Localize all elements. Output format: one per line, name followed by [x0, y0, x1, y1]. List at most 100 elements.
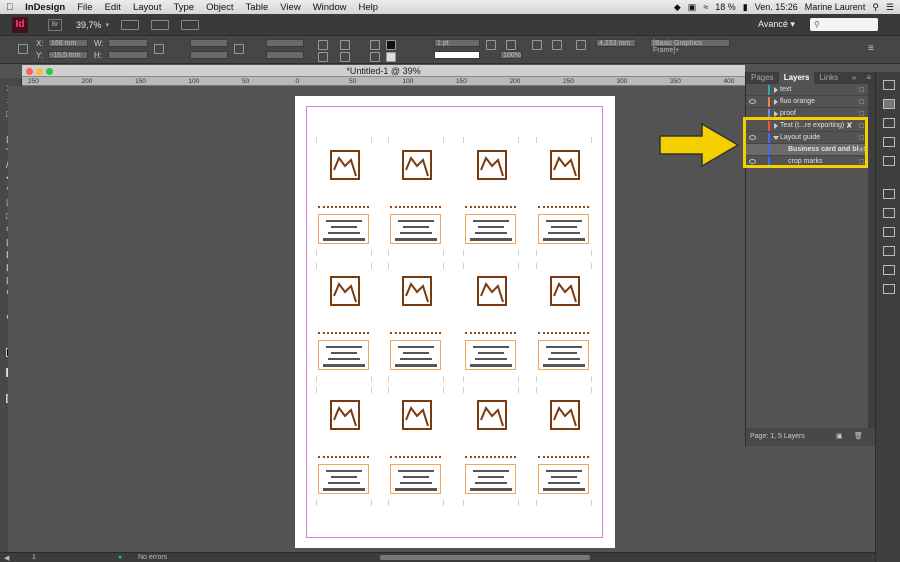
paragraph-styles-icon[interactable]: [883, 284, 895, 294]
card-text-line: [470, 238, 512, 241]
menu-object[interactable]: Object: [200, 2, 239, 13]
screen-mode-button[interactable]: [151, 19, 170, 30]
w-field[interactable]: [108, 39, 148, 47]
card-text-line: [548, 358, 580, 360]
scale-x-field[interactable]: [190, 39, 228, 47]
preflight-status[interactable]: No errors: [138, 554, 167, 561]
x-field[interactable]: 166 mm: [48, 39, 88, 47]
constrain-scale-icon[interactable]: [234, 44, 244, 54]
menu-file[interactable]: File: [71, 2, 98, 13]
crop-mark: [591, 250, 592, 256]
shear-field[interactable]: [266, 51, 304, 59]
menu-view[interactable]: View: [274, 2, 306, 13]
menu-edit[interactable]: Edit: [99, 2, 127, 13]
horizontal-ruler[interactable]: 250 200 150 100 50 0 50 100 150 200 250 300 350 400: [22, 77, 745, 86]
tab-links[interactable]: Links: [814, 72, 843, 84]
layer-select-square[interactable]: [859, 99, 864, 104]
layers-icon[interactable]: [883, 99, 895, 109]
panel-collapse-icon[interactable]: »: [847, 72, 861, 84]
expand-triangle-icon[interactable]: [774, 87, 778, 93]
panel-menu-icon[interactable]: ≡: [861, 72, 876, 84]
tab-layers[interactable]: Layers: [778, 72, 815, 84]
visibility-eye-icon[interactable]: [749, 99, 756, 104]
corner-size-field[interactable]: 4,233 mm: [596, 39, 636, 47]
color-icon[interactable]: [883, 189, 895, 199]
delete-layer-icon[interactable]: 🗑: [854, 428, 863, 446]
fill-swatch[interactable]: [386, 40, 396, 50]
clock[interactable]: Ven. 15:26: [755, 2, 798, 12]
fit-content-icon[interactable]: [532, 40, 542, 50]
layers-scrollbar[interactable]: [868, 84, 875, 428]
text-wrap-icon[interactable]: [883, 227, 895, 237]
wifi-icon[interactable]: ≈: [703, 2, 708, 12]
layer-row[interactable]: text: [746, 84, 876, 96]
user-name[interactable]: Marine Laurent: [805, 2, 866, 12]
scale-y-field[interactable]: [190, 51, 228, 59]
stroke-swatch[interactable]: [386, 52, 396, 62]
new-layer-icon[interactable]: ▣: [836, 428, 843, 446]
app-name-menu[interactable]: InDesign: [19, 2, 71, 13]
align-icon[interactable]: [883, 246, 895, 256]
layer-select-square[interactable]: [859, 111, 864, 116]
horizontal-scrollbar[interactable]: [380, 555, 590, 560]
status-icon[interactable]: ▣: [688, 2, 697, 13]
layer-row[interactable]: fluo orange: [746, 96, 876, 108]
minimize-window-icon[interactable]: [36, 68, 43, 75]
pages-icon[interactable]: [883, 80, 895, 90]
close-window-icon[interactable]: [26, 68, 33, 75]
page-number[interactable]: 1: [32, 554, 36, 561]
effects-icon[interactable]: [883, 208, 895, 218]
select-content-icon[interactable]: [370, 52, 380, 62]
stroke-icon[interactable]: [883, 137, 895, 147]
layer-select-square[interactable]: [859, 87, 864, 92]
rotate-cw-icon[interactable]: [318, 40, 328, 50]
arrange-documents-button[interactable]: [181, 19, 200, 30]
notification-icon[interactable]: ☰: [886, 2, 894, 13]
battery-icon[interactable]: ▮: [743, 2, 748, 13]
text-wrap-icon[interactable]: [486, 40, 496, 50]
h-field[interactable]: [108, 51, 148, 59]
workspace-switcher[interactable]: Avancé ▾: [758, 19, 795, 30]
reference-point-icon[interactable]: [18, 44, 28, 54]
zoom-level[interactable]: 39,7%: [76, 20, 102, 30]
opacity-field[interactable]: 100%: [500, 51, 522, 59]
menu-window[interactable]: Window: [307, 2, 353, 13]
flip-horizontal-icon[interactable]: [340, 40, 350, 50]
search-input[interactable]: ⚲: [810, 18, 878, 31]
preflight-icon[interactable]: ●: [118, 554, 122, 561]
view-options-button[interactable]: [121, 19, 140, 30]
stroke-weight-field[interactable]: 1 pt: [434, 39, 480, 47]
fit-frame-icon[interactable]: [552, 40, 562, 50]
dropbox-icon[interactable]: ◆: [674, 2, 681, 13]
constrain-proportions-icon[interactable]: [154, 44, 164, 54]
zoom-window-icon[interactable]: [46, 68, 53, 75]
character-styles-icon[interactable]: [883, 265, 895, 275]
links-icon[interactable]: [883, 118, 895, 128]
stroke-type-select[interactable]: [434, 51, 480, 59]
card-image-frame: [402, 150, 432, 180]
swatches-icon[interactable]: [883, 156, 895, 166]
menu-type[interactable]: Type: [167, 2, 200, 13]
menu-table[interactable]: Table: [240, 2, 275, 13]
y-field[interactable]: -16,5 mm: [48, 51, 88, 59]
corner-options-icon[interactable]: [576, 40, 586, 50]
first-page-icon[interactable]: ◀: [4, 554, 9, 562]
select-container-icon[interactable]: [370, 40, 380, 50]
menu-layout[interactable]: Layout: [127, 2, 168, 13]
expand-triangle-icon[interactable]: [774, 99, 778, 105]
menu-help[interactable]: Help: [352, 2, 384, 13]
spotlight-icon[interactable]: ⚲: [872, 2, 879, 13]
effects-icon[interactable]: [506, 40, 516, 50]
object-style-select[interactable]: [Basic Graphics Frame]+: [650, 39, 730, 54]
flip-vertical-icon[interactable]: [340, 52, 350, 62]
rotate-ccw-icon[interactable]: [318, 52, 328, 62]
control-menu-icon[interactable]: ≡: [868, 44, 878, 54]
zoom-dropdown-icon[interactable]: ▾: [106, 21, 110, 29]
bridge-button[interactable]: Br: [48, 18, 62, 31]
ruler-tick-label: 150: [135, 78, 146, 85]
rotate-field[interactable]: [266, 39, 304, 47]
crop-mark: [316, 263, 317, 269]
tab-pages[interactable]: Pages: [746, 72, 779, 84]
document-tab[interactable]: *Untitled-1 @ 39%: [22, 65, 745, 77]
apple-icon[interactable]: : [0, 2, 19, 13]
